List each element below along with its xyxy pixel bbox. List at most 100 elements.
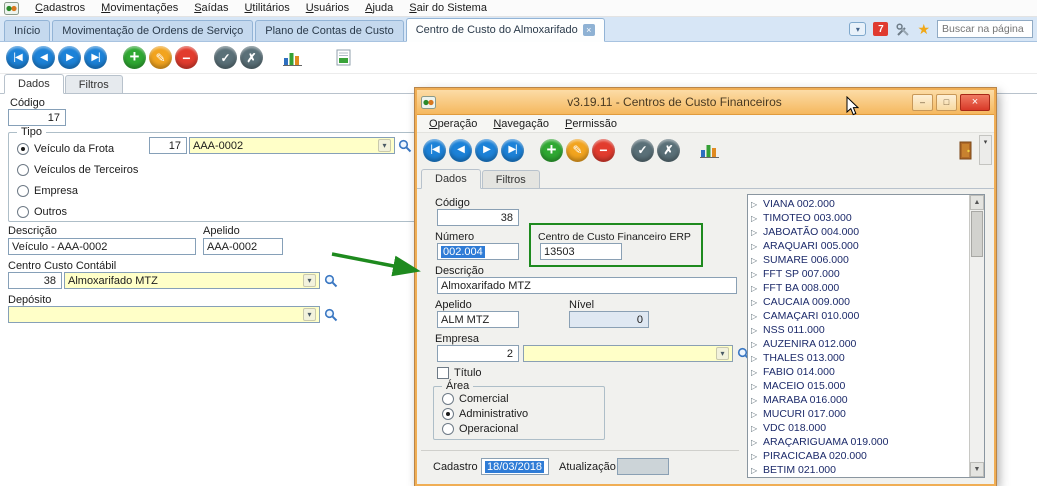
tree-node[interactable]: ▷ CAMAÇARI 010.000	[751, 309, 984, 323]
scrollbar-thumb[interactable]	[971, 211, 983, 257]
collapse-panel-icon[interactable]: ▾	[849, 22, 867, 36]
dlg-descricao-field[interactable]: Almoxarifado MTZ	[437, 277, 737, 294]
toolbar-overflow-icon[interactable]: ▾	[979, 135, 992, 165]
tab[interactable]: Início ×	[4, 20, 51, 41]
expand-arrow-icon[interactable]: ▷	[751, 354, 759, 363]
tree-node[interactable]: ▷ SUMARE 006.000	[751, 253, 984, 267]
expand-arrow-icon[interactable]: ▷	[751, 424, 759, 433]
dlg-numero-field[interactable]: 002.004	[437, 243, 519, 260]
tree-node[interactable]: ▷ MARABA 016.000	[751, 393, 984, 407]
search-input[interactable]	[937, 20, 1033, 38]
first-record-button[interactable]: |◀	[423, 138, 446, 162]
descricao-field[interactable]: Veículo - AAA-0002	[8, 238, 196, 255]
tipo-radio-option[interactable]: Veículos de Terceiros	[17, 159, 417, 180]
expand-arrow-icon[interactable]: ▷	[751, 298, 759, 307]
delete-record-button[interactable]: −	[592, 138, 615, 162]
dialog-titlebar[interactable]: v3.19.11 - Centros de Custo Financeiros …	[417, 90, 994, 115]
tree-scrollbar[interactable]: ▲ ▼	[969, 195, 984, 477]
tree-node[interactable]: ▷ TIMOTEO 003.000	[751, 211, 984, 225]
tree-node[interactable]: ▷ FFT SP 007.000	[751, 267, 984, 281]
scroll-up-icon[interactable]: ▲	[970, 195, 984, 210]
tree-node[interactable]: ▷ MUCURI 017.000	[751, 407, 984, 421]
menu-item[interactable]: Navegação	[485, 117, 557, 131]
exit-door-icon[interactable]	[958, 141, 975, 160]
tree-node[interactable]: ▷ CAUCAIA 009.000	[751, 295, 984, 309]
subtab[interactable]: Filtros	[64, 75, 123, 93]
apelido-field[interactable]: AAA-0002	[203, 238, 283, 255]
deposito-combo[interactable]: ▾	[8, 306, 320, 323]
dropdown-arrow-icon[interactable]: ▾	[378, 139, 391, 152]
tab-close-icon[interactable]: ×	[582, 24, 595, 36]
expand-arrow-icon[interactable]: ▷	[751, 452, 759, 461]
tree-node[interactable]: ▷ ARAQUARI 005.000	[751, 239, 984, 253]
confirm-button[interactable]: ✓	[631, 138, 654, 162]
last-record-button[interactable]: ▶|	[84, 46, 107, 69]
add-record-button[interactable]: +	[540, 138, 563, 162]
confirm-button[interactable]: ✓	[214, 46, 237, 69]
first-record-button[interactable]: |◀	[6, 46, 29, 69]
ccc-codigo-field[interactable]: 38	[8, 272, 62, 289]
subtab[interactable]: Dados	[421, 169, 481, 189]
search-lookup-icon[interactable]	[324, 274, 338, 288]
add-record-button[interactable]: +	[123, 46, 146, 69]
subtab[interactable]: Filtros	[481, 170, 540, 188]
expand-arrow-icon[interactable]: ▷	[751, 466, 759, 475]
tree-node[interactable]: ▷ BETIM 021.000	[751, 463, 984, 477]
ccc-combo[interactable]: Almoxarifado MTZ ▾	[64, 272, 320, 289]
expand-arrow-icon[interactable]: ▷	[751, 312, 759, 321]
tree-node[interactable]: ▷ FABIO 014.000	[751, 365, 984, 379]
expand-arrow-icon[interactable]: ▷	[751, 368, 759, 377]
expand-arrow-icon[interactable]: ▷	[751, 382, 759, 391]
menu-item[interactable]: Movimentações	[93, 1, 186, 15]
menu-item[interactable]: Utilitários	[236, 1, 297, 15]
report-icon[interactable]	[336, 49, 353, 67]
notification-badge[interactable]: 7	[873, 22, 889, 36]
close-button[interactable]: ×	[960, 93, 990, 111]
previous-record-button[interactable]: ◀	[449, 138, 472, 162]
expand-arrow-icon[interactable]: ▷	[751, 284, 759, 293]
menu-item[interactable]: Saídas	[186, 1, 236, 15]
tree-node[interactable]: ▷ JABOATÃO 004.000	[751, 225, 984, 239]
tree-node[interactable]: ▷ FFT BA 008.000	[751, 281, 984, 295]
area-radio-option[interactable]: Operacional	[442, 421, 604, 436]
tree-node[interactable]: ▷ NSS 011.000	[751, 323, 984, 337]
dlg-empresa-combo[interactable]: ▾	[523, 345, 733, 362]
veiculo-codigo-field[interactable]: 17	[149, 137, 187, 154]
tree-node[interactable]: ▷ AUZENIRA 012.000	[751, 337, 984, 351]
expand-arrow-icon[interactable]: ▷	[751, 410, 759, 419]
tree-node[interactable]: ▷ ARAÇARIGUAMA 019.000	[751, 435, 984, 449]
scroll-down-icon[interactable]: ▼	[970, 462, 984, 477]
menu-item[interactable]: Permissão	[557, 117, 625, 131]
dlg-cadastro-field[interactable]: 18/03/2018	[481, 458, 549, 475]
expand-arrow-icon[interactable]: ▷	[751, 270, 759, 279]
tipo-radio-option[interactable]: Outros	[17, 201, 417, 222]
expand-arrow-icon[interactable]: ▷	[751, 326, 759, 335]
area-radio-option[interactable]: Administrativo	[442, 406, 604, 421]
search-lookup-icon[interactable]	[324, 308, 338, 322]
expand-arrow-icon[interactable]: ▷	[751, 256, 759, 265]
next-record-button[interactable]: ▶	[58, 46, 81, 69]
expand-arrow-icon[interactable]: ▷	[751, 200, 759, 209]
tree-node[interactable]: ▷ THALES 013.000	[751, 351, 984, 365]
minimize-button[interactable]: –	[912, 93, 933, 111]
previous-record-button[interactable]: ◀	[32, 46, 55, 69]
expand-arrow-icon[interactable]: ▷	[751, 228, 759, 237]
dlg-apelido-field[interactable]: ALM MTZ	[437, 311, 519, 328]
menu-item[interactable]: Cadastros	[27, 1, 93, 15]
expand-arrow-icon[interactable]: ▷	[751, 214, 759, 223]
menu-item[interactable]: Operação	[421, 117, 485, 131]
dlg-codigo-field[interactable]: 38	[437, 209, 519, 226]
maximize-button[interactable]: □	[936, 93, 957, 111]
last-record-button[interactable]: ▶|	[501, 138, 524, 162]
search-lookup-icon[interactable]	[398, 139, 412, 153]
tree-node[interactable]: ▷ VIANA 002.000	[751, 197, 984, 211]
menu-item[interactable]: Usuários	[298, 1, 357, 15]
next-record-button[interactable]: ▶	[475, 138, 498, 162]
edit-record-button[interactable]: ✎	[149, 46, 172, 69]
tools-icon[interactable]	[895, 22, 910, 37]
expand-arrow-icon[interactable]: ▷	[751, 438, 759, 447]
cancel-button[interactable]: ✗	[657, 138, 680, 162]
tipo-radio-option[interactable]: Empresa	[17, 180, 417, 201]
tab[interactable]: Movimentação de Ordens de Serviço ×	[52, 20, 254, 41]
tab[interactable]: Plano de Contas de Custo ×	[255, 20, 404, 41]
